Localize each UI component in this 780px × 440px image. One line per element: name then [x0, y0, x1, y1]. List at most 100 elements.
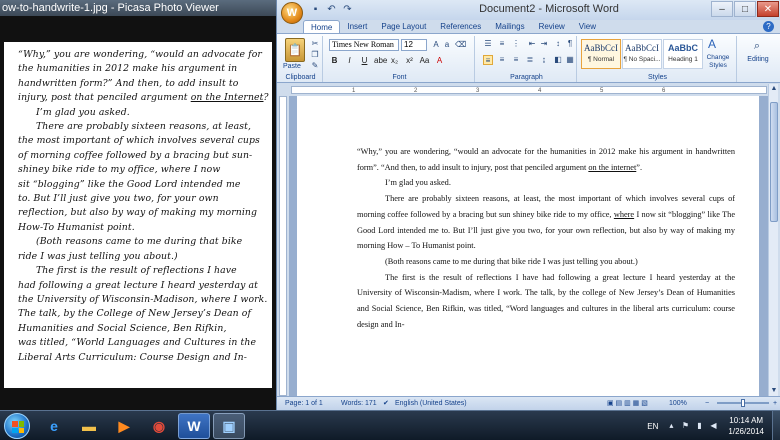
- media-player-icon[interactable]: ▶: [108, 413, 140, 439]
- handwritten-line: (Both reasons came to me during that bik…: [36, 236, 243, 248]
- proofing-icon[interactable]: ✔: [383, 399, 389, 409]
- undo-icon[interactable]: ↶: [325, 3, 338, 16]
- zoom-level[interactable]: 100%: [669, 399, 687, 409]
- superscript-button[interactable]: x²: [404, 55, 415, 66]
- internet-explorer-icon[interactable]: e: [38, 413, 70, 439]
- bullets-icon[interactable]: ☰: [483, 39, 493, 49]
- start-button[interactable]: [4, 413, 30, 439]
- style-tile[interactable]: AaBbCcI ¶ Normal: [581, 39, 621, 69]
- handwritten-line: Liberal Arts Curriculum: Course Design a…: [18, 351, 247, 363]
- paragraph-text: The first is the result of reflections I…: [357, 272, 735, 329]
- strikethrough-button[interactable]: abe: [374, 55, 387, 66]
- scroll-up-icon[interactable]: ▲: [769, 84, 779, 94]
- align-right-icon[interactable]: ≡: [511, 55, 521, 65]
- format-painter-icon[interactable]: ✎: [310, 61, 320, 71]
- copy-icon[interactable]: ❐: [310, 50, 320, 60]
- handwritten-line: of morning coffee followed by a bracing …: [18, 149, 253, 161]
- handwritten-line: was titled, “World Languages and Culture…: [18, 337, 257, 349]
- grow-font-icon[interactable]: A: [431, 40, 441, 50]
- flag-icon[interactable]: ⚑: [680, 421, 690, 431]
- paragraph-label: Paragraph: [510, 74, 543, 81]
- document-area: “Why,” you are wondering, “would an advo…: [289, 96, 769, 396]
- file-explorer-icon[interactable]: ▬: [73, 413, 105, 439]
- picasa-viewer-icon[interactable]: ▣: [213, 413, 245, 439]
- clear-formatting-icon[interactable]: ⌫: [455, 40, 466, 50]
- sort-icon[interactable]: ↕: [553, 39, 563, 49]
- view-buttons[interactable]: ▣ ▤ ▥ ▦ ▧: [607, 399, 648, 409]
- ruler-mark: 6: [662, 88, 666, 94]
- tab-mailings[interactable]: Mailings: [488, 20, 531, 34]
- align-center-icon[interactable]: ≡: [497, 55, 507, 65]
- maximize-button[interactable]: □: [734, 1, 756, 17]
- decrease-indent-icon[interactable]: ⇤: [527, 39, 537, 49]
- borders-icon[interactable]: ▦: [565, 55, 575, 65]
- handwritten-line: “Why,” you are wondering, “would an advo…: [18, 49, 262, 60]
- tab-references[interactable]: References: [433, 20, 488, 34]
- multilevel-list-icon[interactable]: ⋮: [511, 39, 521, 49]
- horizontal-ruler[interactable]: 1 2 3 4 5 6: [277, 84, 780, 96]
- style-tile[interactable]: AaBbC Heading 1: [663, 39, 703, 69]
- justify-icon[interactable]: ≣: [525, 55, 535, 65]
- ribbon: 📋 Paste ✂ ❐ ✎ Clipboard Times New Roman …: [277, 33, 780, 83]
- tab-home[interactable]: Home: [303, 20, 341, 34]
- vertical-scrollbar[interactable]: ▲ ▼: [768, 84, 778, 396]
- language-status[interactable]: English (United States): [395, 399, 467, 409]
- style-name: Heading 1: [668, 56, 698, 63]
- style-sample: AaBbCcI: [584, 43, 618, 53]
- editing-group[interactable]: ⌕ Editing: [739, 36, 777, 82]
- style-sample: AaBbC: [667, 43, 698, 53]
- word-titlebar: Document2 - Microsoft Word ▪ ↶ ↷ – □ ✕: [277, 0, 780, 20]
- tab-review[interactable]: Review: [532, 20, 572, 34]
- help-icon[interactable]: ?: [763, 21, 774, 32]
- chrome-icon[interactable]: ◉: [143, 413, 175, 439]
- page-count[interactable]: Page: 1 of 1: [285, 399, 323, 409]
- clock[interactable]: 10:14 AM 1/26/2014: [728, 415, 764, 437]
- editing-label: Editing: [747, 56, 769, 63]
- numbering-icon[interactable]: ≡: [497, 39, 507, 49]
- align-left-icon[interactable]: ≡: [483, 55, 493, 65]
- word-count[interactable]: Words: 171: [341, 399, 377, 409]
- document-page[interactable]: “Why,” you are wondering, “would an advo…: [297, 96, 759, 396]
- show-marks-icon[interactable]: ¶: [565, 39, 575, 49]
- cut-icon[interactable]: ✂: [310, 39, 320, 49]
- tab-view[interactable]: View: [572, 20, 603, 34]
- paste-label: Paste: [283, 63, 301, 70]
- vertical-ruler[interactable]: [279, 96, 287, 396]
- ruler-track: 1 2 3 4 5 6: [291, 86, 767, 94]
- style-tile[interactable]: AaBbCcI ¶ No Spaci...: [622, 39, 662, 69]
- change-case-button[interactable]: Aa: [419, 55, 430, 66]
- bold-button[interactable]: B: [329, 55, 340, 66]
- scroll-down-icon[interactable]: ▼: [769, 386, 779, 396]
- minimize-button[interactable]: –: [711, 1, 733, 17]
- input-language[interactable]: EN: [647, 422, 658, 431]
- subscript-button[interactable]: x₂: [389, 55, 400, 66]
- save-icon[interactable]: ▪: [309, 3, 322, 16]
- redo-icon[interactable]: ↷: [341, 3, 354, 16]
- zoom-slider-knob[interactable]: [741, 399, 745, 407]
- italic-button[interactable]: I: [344, 55, 355, 66]
- shading-icon[interactable]: ◧: [553, 55, 563, 65]
- font-family-select[interactable]: Times New Roman: [329, 39, 399, 51]
- show-desktop-button[interactable]: [772, 411, 780, 440]
- increase-indent-icon[interactable]: ⇥: [539, 39, 549, 49]
- underline-button[interactable]: U: [359, 55, 370, 66]
- office-button[interactable]: W: [281, 2, 303, 24]
- volume-icon[interactable]: ◀: [708, 421, 718, 431]
- scroll-thumb[interactable]: [770, 102, 778, 222]
- shrink-font-icon[interactable]: a: [442, 40, 452, 50]
- close-button[interactable]: ✕: [757, 1, 779, 17]
- change-styles-label[interactable]: Change Styles: [701, 54, 735, 70]
- change-styles-icon[interactable]: A: [707, 38, 717, 50]
- styles-group: AaBbCcI ¶ Normal AaBbCcI ¶ No Spaci... AaBbC…: [579, 36, 737, 82]
- font-size-select[interactable]: 12: [401, 39, 427, 51]
- zoom-out-icon[interactable]: −: [705, 399, 709, 409]
- network-icon[interactable]: ▮: [694, 421, 704, 431]
- zoom-in-icon[interactable]: +: [773, 399, 777, 409]
- paste-button[interactable]: 📋: [285, 38, 305, 62]
- tab-page-layout[interactable]: Page Layout: [374, 20, 433, 34]
- font-color-button[interactable]: A: [434, 55, 445, 66]
- word-icon[interactable]: W: [178, 413, 210, 439]
- show-hidden-icons-icon[interactable]: ▴: [666, 421, 676, 431]
- tab-insert[interactable]: Insert: [340, 20, 374, 34]
- line-spacing-icon[interactable]: ↨: [539, 55, 549, 65]
